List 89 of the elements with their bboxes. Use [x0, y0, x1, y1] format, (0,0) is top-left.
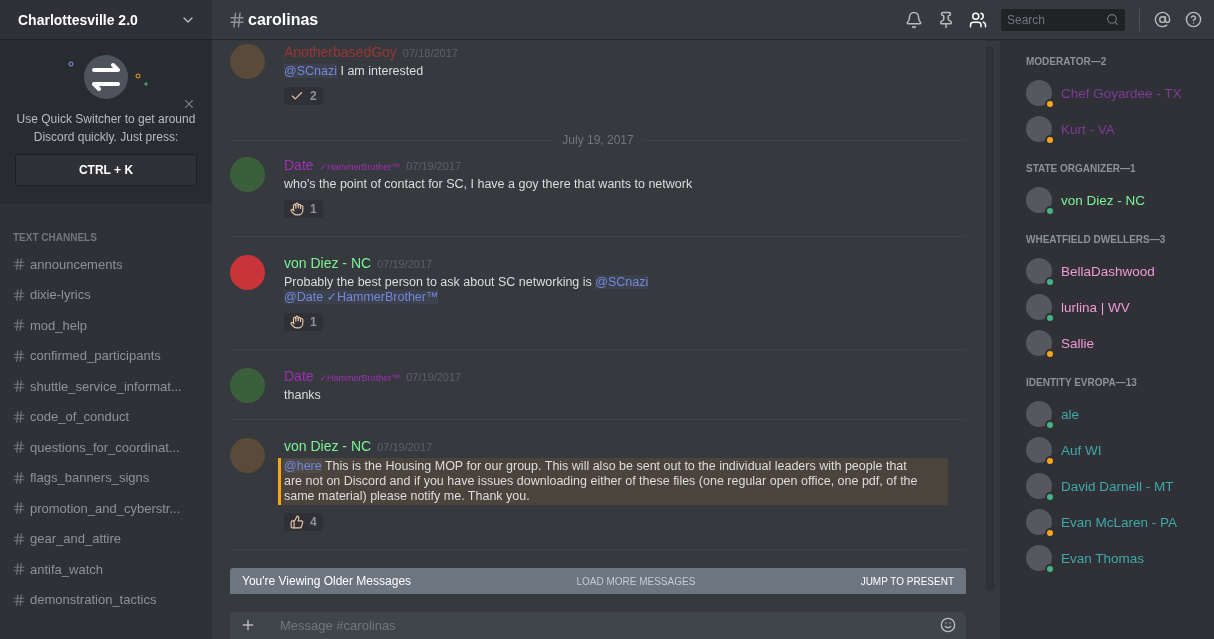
member-name[interactable]: David Darnell - MT [1061, 478, 1174, 494]
user-mention[interactable]: @Date ✓HammerBrother™ [284, 290, 439, 304]
reaction[interactable]: 2 [284, 87, 323, 105]
member-name[interactable]: lurlina | WV [1061, 299, 1130, 315]
members-icon[interactable] [969, 10, 987, 29]
member-avatar[interactable] [1026, 258, 1052, 284]
pin-icon[interactable] [937, 10, 955, 29]
load-more-link[interactable]: LOAD MORE MESSAGES [576, 575, 696, 587]
hash-icon [12, 287, 26, 302]
reaction[interactable]: 4 [284, 513, 323, 531]
channel-item[interactable]: shuttle_service_informat... [0, 371, 212, 402]
server-name: Charlottesville 2.0 [18, 11, 138, 28]
member-avatar[interactable] [1026, 473, 1052, 499]
hash-icon [12, 592, 26, 607]
search-field[interactable]: Search [1001, 8, 1125, 31]
channel-item[interactable]: code_of_conduct [0, 401, 212, 432]
message-text: thanks [284, 388, 322, 403]
channel-item[interactable]: flags_banners_signs [0, 462, 212, 493]
message-text: @SCnazi I am interested [284, 64, 425, 79]
hash-icon [12, 501, 26, 516]
member-name[interactable]: ale [1061, 406, 1079, 422]
emoji-icon[interactable] [940, 617, 956, 633]
channel-item[interactable]: announcements [0, 249, 212, 280]
message-text: who's the point of contact for SC, I have a goy there that wants to network [284, 177, 694, 192]
hash-icon [228, 10, 246, 29]
member-name[interactable]: Evan Thomas [1061, 550, 1145, 566]
hash-icon [12, 440, 26, 455]
member-avatar[interactable] [1026, 437, 1052, 463]
channel-item[interactable]: mod_help [0, 310, 212, 341]
notification-bell-icon[interactable] [905, 10, 923, 29]
channel-item[interactable]: demonstration_tactics [0, 584, 212, 615]
user-mention[interactable]: @SCnazi [284, 64, 337, 78]
member-avatar[interactable] [1026, 116, 1052, 142]
member-avatar[interactable] [1026, 80, 1052, 106]
hash-icon [12, 318, 26, 333]
member-avatar[interactable] [1026, 330, 1052, 356]
member-group-title: WHEATFIELD DWELLERS—3 [1026, 234, 1167, 245]
search-icon [1106, 12, 1119, 26]
check-icon [290, 89, 304, 103]
channel-item[interactable]: dixie-lyrics [0, 279, 212, 310]
member-name[interactable]: Auf WI [1061, 442, 1102, 458]
user-tag: ✓HammerBrother™ [319, 162, 401, 172]
mention-icon[interactable] [1154, 11, 1171, 28]
hash-icon [12, 379, 26, 394]
member-avatar[interactable] [1026, 187, 1052, 213]
hash-icon [12, 257, 26, 272]
member-avatar[interactable] [1026, 509, 1052, 535]
author-name[interactable]: von Diez - NC [284, 255, 372, 271]
member-name[interactable]: Evan McLaren - PA [1061, 514, 1178, 530]
message-text: Probably the best person to ask about SC networking is @SCnazi @Date ✓HammerBrother™ [284, 275, 650, 305]
thumbs-up-icon [290, 515, 304, 529]
member-group-title: MODERATOR—2 [1026, 56, 1108, 67]
close-icon[interactable] [182, 97, 196, 111]
hash-icon [12, 470, 26, 485]
hash-icon [12, 348, 26, 363]
message-text: @here This is the Housing MOP for our group. This will also be sent out to the individual leaders with people that are not on Discord and if you have issues downloading either of these files (one regular open office, one pdf, of the same material) please notify me. Thank you. [278, 458, 948, 505]
member-avatar[interactable] [1026, 545, 1052, 571]
channel-item[interactable]: antifa_watch [0, 554, 212, 585]
member-avatar[interactable] [1026, 401, 1052, 427]
user-mention[interactable]: @here [284, 459, 322, 473]
member-group-title: STATE ORGANIZER—1 [1026, 163, 1137, 174]
hash-icon [12, 531, 26, 546]
channel-title: carolinas [248, 10, 320, 29]
member-name[interactable]: Sallie [1061, 335, 1095, 351]
reaction[interactable]: 1 [284, 200, 323, 218]
older-messages-text: You're Viewing Older Messages [242, 574, 412, 588]
member-avatar[interactable] [1026, 294, 1052, 320]
channel-item[interactable]: confirmed_participants [0, 340, 212, 371]
hash-icon [12, 562, 26, 577]
jump-to-present-button[interactable]: JUMP TO PRESENT [860, 575, 954, 587]
hand-icon [290, 315, 304, 329]
channel-item[interactable]: questions_for_coordinat... [0, 432, 212, 463]
quick-switcher-hint: Use Quick Switcher to get around Discord quickly. Just press: [15, 111, 197, 146]
shortcut-button[interactable]: CTRL + K [15, 154, 197, 186]
hash-icon [12, 409, 26, 424]
hand-icon [290, 202, 304, 216]
author-name[interactable]: von Diez - NC [284, 438, 372, 454]
member-group-title: IDENTITY EVROPA—13 [1026, 377, 1138, 388]
channel-item[interactable]: gear_and_attire [0, 523, 212, 554]
help-icon[interactable] [1185, 11, 1202, 28]
user-mention[interactable]: @SCnazi [595, 275, 649, 289]
reaction[interactable]: 1 [284, 313, 323, 331]
channel-category[interactable]: TEXT CHANNELS [0, 204, 212, 249]
member-name[interactable]: von Diez - NC [1061, 192, 1146, 208]
user-tag: ✓HammerBrother™ [319, 373, 401, 383]
channel-item[interactable]: promotion_and_cyberstr... [0, 493, 212, 524]
member-name[interactable]: BellaDashwood [1061, 263, 1155, 279]
date-divider: July 19, 2017 [562, 133, 634, 147]
plus-icon[interactable] [240, 617, 256, 633]
